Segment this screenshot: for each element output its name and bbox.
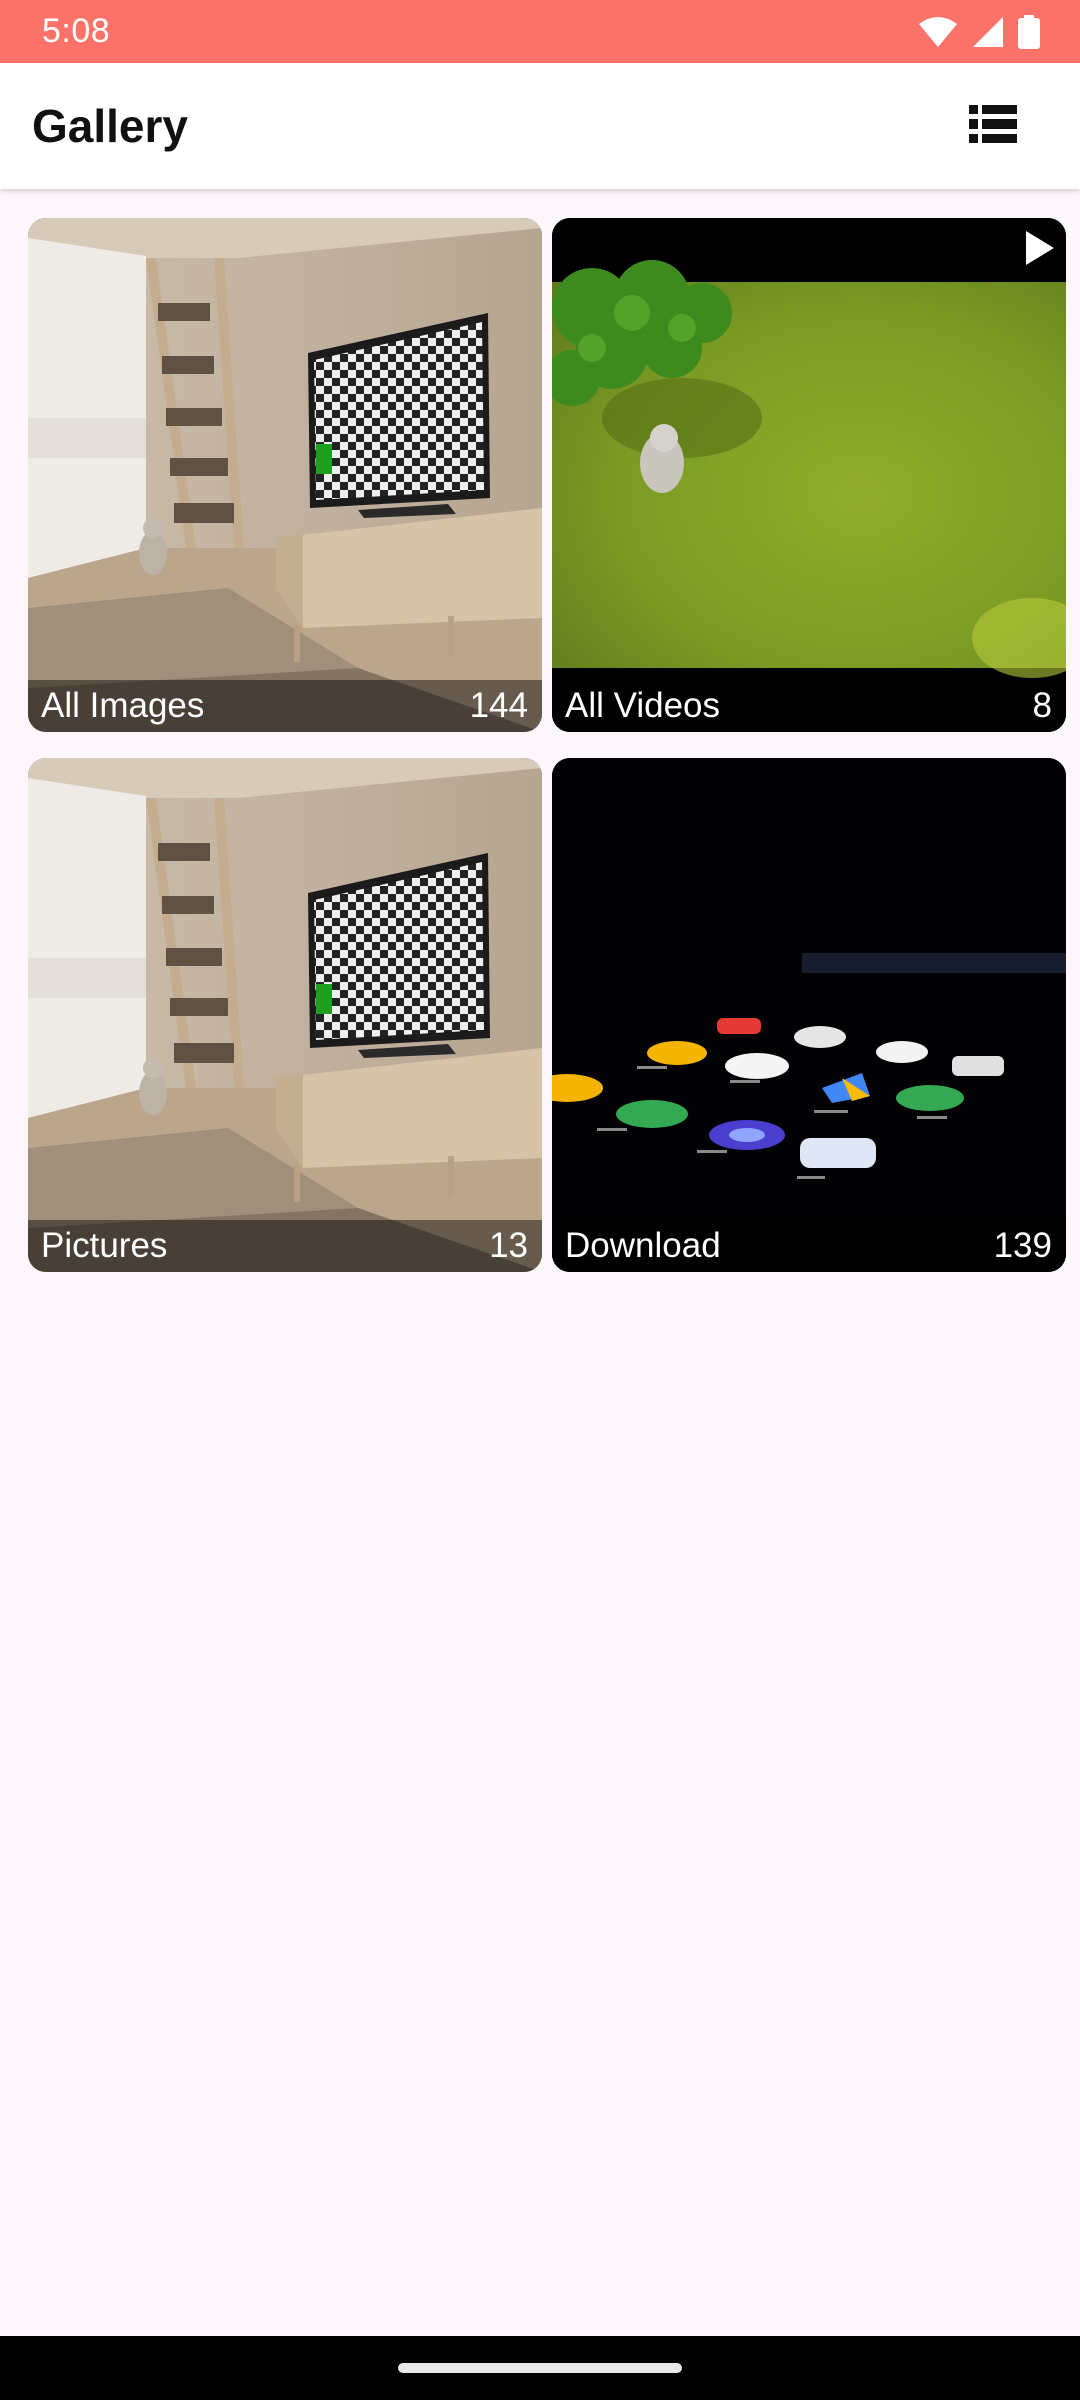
- view-toggle-button[interactable]: [958, 91, 1028, 161]
- play-icon: [1024, 230, 1056, 271]
- album-count: 13: [489, 1226, 528, 1265]
- album-count: 139: [993, 1226, 1052, 1265]
- battery-icon: [1018, 14, 1040, 49]
- status-bar: 5:08: [0, 0, 1080, 63]
- album-name: Download: [565, 1226, 721, 1265]
- album-card-download[interactable]: Download 139: [552, 758, 1066, 1272]
- status-icons: [918, 14, 1040, 49]
- album-card-pictures[interactable]: Pictures 13: [28, 758, 542, 1272]
- album-thumbnail: [28, 218, 542, 732]
- home-gesture-handle[interactable]: [398, 2363, 682, 2373]
- album-name: All Images: [41, 686, 205, 725]
- album-name: All Videos: [565, 686, 721, 725]
- album-caption: All Images 144: [28, 680, 542, 732]
- cellular-signal-icon: [972, 16, 1004, 48]
- album-thumbnail: [552, 218, 1066, 732]
- album-name: Pictures: [41, 1226, 168, 1265]
- album-thumbnail: [28, 758, 542, 1272]
- album-grid: All Images 144 All Videos 8 Pictures 13 …: [28, 218, 1066, 1272]
- album-caption: Pictures 13: [28, 1220, 542, 1272]
- album-caption: All Videos 8: [552, 680, 1066, 732]
- list-view-icon: [969, 104, 1017, 148]
- app-bar: Gallery: [0, 63, 1080, 189]
- album-card-all-videos[interactable]: All Videos 8: [552, 218, 1066, 732]
- page-title: Gallery: [32, 100, 188, 152]
- album-card-all-images[interactable]: All Images 144: [28, 218, 542, 732]
- album-caption: Download 139: [552, 1220, 1066, 1272]
- album-count: 8: [1032, 686, 1052, 725]
- navigation-bar: [0, 2336, 1080, 2400]
- status-time: 5:08: [42, 12, 111, 50]
- album-thumbnail: [552, 758, 1066, 1272]
- wifi-icon: [918, 16, 958, 48]
- album-count: 144: [469, 686, 528, 725]
